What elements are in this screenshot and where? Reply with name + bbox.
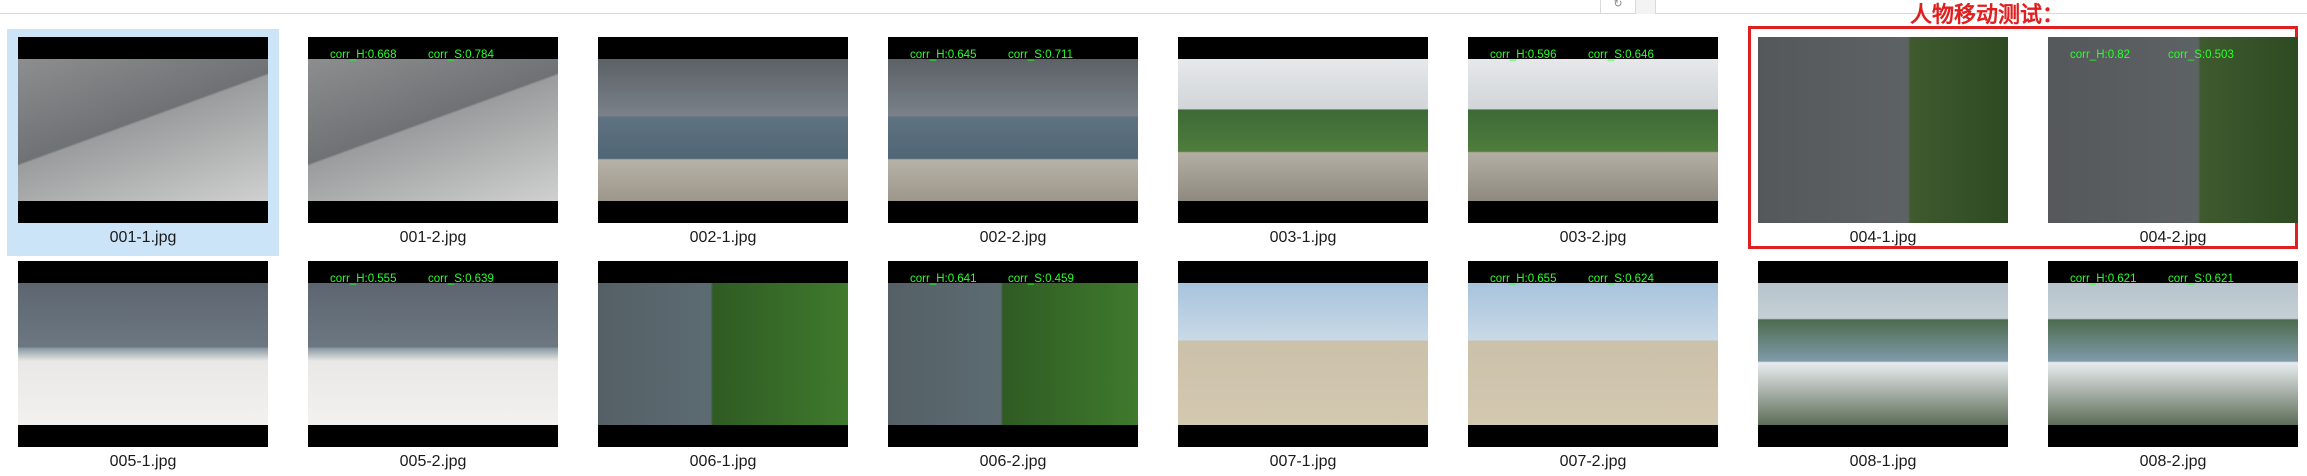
thumbnail-image: [1178, 59, 1428, 201]
image-thumbnail: [18, 37, 268, 223]
file-name-label: 008-2.jpg: [2139, 453, 2207, 470]
annotation-label: 人物移动测试：: [1910, 2, 2065, 27]
corr-s-value: corr_S:0.459: [1008, 273, 1074, 285]
file-name-label: 001-2.jpg: [399, 229, 467, 246]
image-thumbnail: corr_H:0.621 corr_S:0.621: [2048, 261, 2298, 447]
corr-s-value: corr_S:0.646: [1588, 49, 1654, 61]
file-name-label: 004-2.jpg: [2139, 229, 2207, 246]
corr-h-value: corr_H:0.621: [2070, 273, 2137, 285]
file-name-label: 006-1.jpg: [689, 453, 757, 470]
image-thumbnail: corr_H:0.655 corr_S:0.624: [1468, 261, 1718, 447]
file-name-label: 005-1.jpg: [109, 453, 177, 470]
image-thumbnail: corr_H:0.555 corr_S:0.639: [308, 261, 558, 447]
image-thumbnail: [598, 261, 848, 447]
corr-h-value: corr_H:0.596: [1490, 49, 1557, 61]
thumbnail-image: [308, 59, 558, 201]
thumbnail-image: [2048, 283, 2298, 425]
thumbnail-image: [1468, 283, 1718, 425]
image-thumbnail: [598, 37, 848, 223]
corr-h-value: corr_H:0.641: [910, 273, 977, 285]
refresh-button[interactable]: ↻: [1600, 0, 1636, 14]
image-thumbnail: [1178, 261, 1428, 447]
corr-s-value: corr_S:0.621: [2168, 273, 2234, 285]
image-thumbnail: corr_H:0.668 corr_S:0.784: [308, 37, 558, 223]
thumbnail-image: [18, 59, 268, 201]
thumbnail-image: [1468, 59, 1718, 201]
image-thumbnail: corr_H:0.645 corr_S:0.711: [888, 37, 1138, 223]
file-name-label: 007-1.jpg: [1269, 453, 1337, 470]
address-bar[interactable]: [0, 0, 1608, 14]
image-thumbnail: [1758, 261, 2008, 447]
corr-s-value: corr_S:0.503: [2168, 49, 2234, 61]
image-thumbnail: corr_H:0.596 corr_S:0.646: [1468, 37, 1718, 223]
corr-s-value: corr_S:0.639: [428, 273, 494, 285]
image-thumbnail: [1758, 37, 2008, 223]
thumbnail-image: [308, 283, 558, 425]
corr-h-value: corr_H:0.668: [330, 49, 397, 61]
file-name-label: 002-1.jpg: [689, 229, 757, 246]
refresh-icon: ↻: [1613, 0, 1623, 10]
file-name-label: 004-1.jpg: [1849, 229, 1917, 246]
thumbnail-image: [1178, 283, 1428, 425]
thumbnail-image: [1758, 283, 2008, 425]
file-name-label: 002-2.jpg: [979, 229, 1047, 246]
thumbnail-image: [598, 59, 848, 201]
file-name-label: 008-1.jpg: [1849, 453, 1917, 470]
corr-s-value: corr_S:0.711: [1008, 49, 1073, 61]
corr-h-value: corr_H:0.645: [910, 49, 977, 61]
file-name-label: 001-1.jpg: [109, 229, 177, 246]
file-name-label: 003-1.jpg: [1269, 229, 1337, 246]
thumbnail-image: [598, 283, 848, 425]
file-name-label: 006-2.jpg: [979, 453, 1047, 470]
thumbnail-image: [2048, 37, 2298, 223]
corr-s-value: corr_S:0.784: [428, 49, 494, 61]
corr-h-value: corr_H:0.555: [330, 273, 397, 285]
corr-h-value: corr_H:0.655: [1490, 273, 1557, 285]
file-name-label: 005-2.jpg: [399, 453, 467, 470]
thumbnail-image: [888, 59, 1138, 201]
file-name-label: 007-2.jpg: [1559, 453, 1627, 470]
thumbnail-image: [18, 283, 268, 425]
image-thumbnail: [18, 261, 268, 447]
image-thumbnail: corr_H:0.82 corr_S:0.503: [2048, 37, 2298, 223]
image-thumbnail: corr_H:0.641 corr_S:0.459: [888, 261, 1138, 447]
image-thumbnail: [1178, 37, 1428, 223]
file-name-label: 003-2.jpg: [1559, 229, 1627, 246]
corr-s-value: corr_S:0.624: [1588, 273, 1654, 285]
thumbnail-image: [1758, 37, 2008, 223]
corr-h-value: corr_H:0.82: [2070, 49, 2131, 61]
thumbnail-image: [888, 283, 1138, 425]
